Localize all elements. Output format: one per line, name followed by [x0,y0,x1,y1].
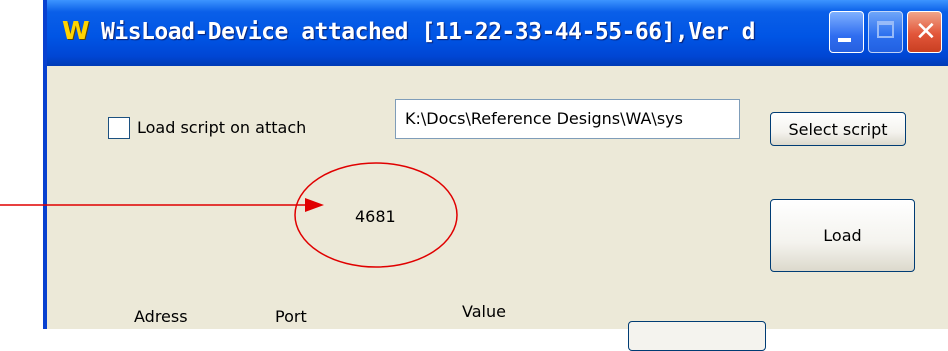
load-button[interactable]: Load [770,199,915,272]
column-header-address: Adress [134,307,188,326]
wisload-window: W WisLoad-Device attached [11-22-33-44-5… [43,0,948,329]
script-path-field[interactable]: K:\Docs\Reference Designs\WA\sys [395,99,740,139]
maximize-icon [877,21,894,38]
close-icon: ✕ [915,17,937,47]
column-header-port: Port [275,307,307,326]
load-on-attach-label[interactable]: Load script on attach [137,118,306,137]
select-script-button[interactable]: Select script [770,112,906,146]
minimize-button[interactable] [829,11,864,53]
count-value: 4681 [355,207,396,226]
load-on-attach-checkbox[interactable] [108,117,130,139]
window-title: WisLoad-Device attached [11-22-33-44-55-… [101,19,756,45]
minimize-icon [838,38,851,42]
app-icon: W [62,16,90,45]
maximize-button[interactable] [868,11,903,53]
partial-button[interactable] [628,321,766,351]
column-header-value: Value [462,302,506,321]
close-button[interactable]: ✕ [907,11,942,53]
title-bar[interactable]: W WisLoad-Device attached [11-22-33-44-5… [47,0,948,66]
